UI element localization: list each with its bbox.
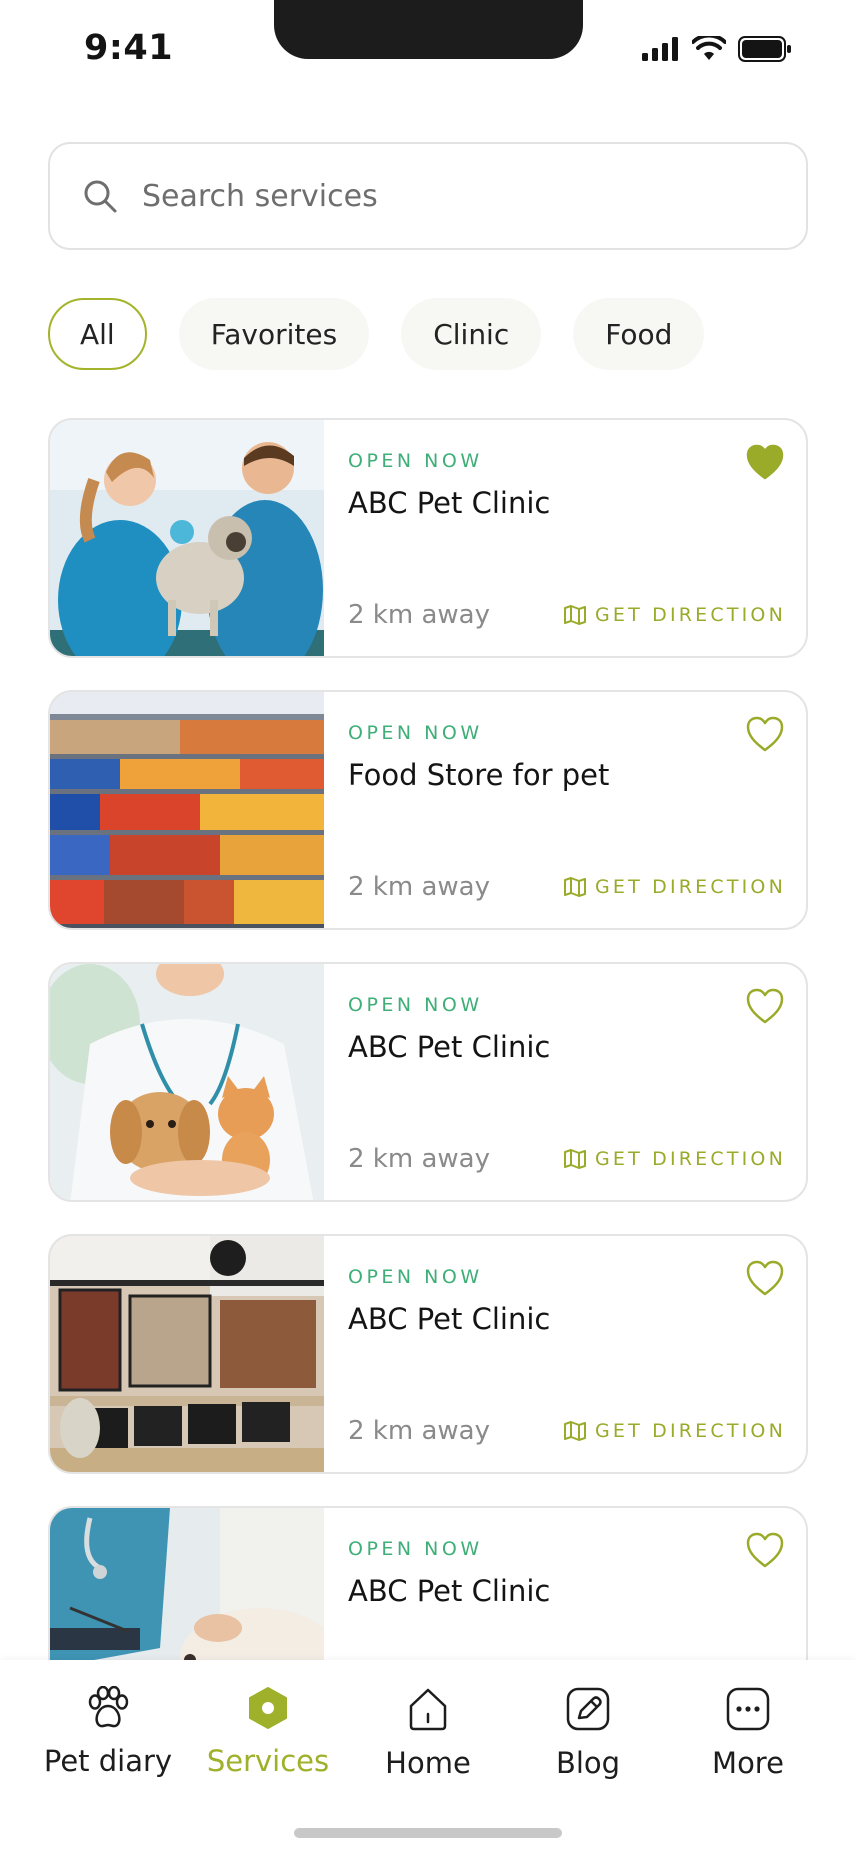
heart-outline-icon[interactable] <box>746 988 784 1024</box>
vet-with-dog-photo <box>50 1508 324 1660</box>
paw-icon <box>88 1686 129 1728</box>
search-icon <box>84 180 117 213</box>
signal-icon <box>642 37 678 61</box>
nav-item-more[interactable]: More <box>668 1686 828 1780</box>
heart-outline-icon[interactable] <box>746 1532 784 1568</box>
service-name: ABC Pet Clinic <box>348 1030 551 1064</box>
heart-outline-icon[interactable] <box>746 1260 784 1296</box>
open-status: OPEN NOW <box>348 1266 483 1288</box>
vets-with-pug-photo <box>50 420 324 656</box>
get-direction-button[interactable]: GET DIRECTION <box>563 1148 786 1170</box>
heart-outline-icon[interactable] <box>746 716 784 752</box>
search-input[interactable] <box>142 178 742 214</box>
map-icon <box>563 1421 586 1441</box>
nav-label: More <box>712 1746 784 1780</box>
get-direction-label: GET DIRECTION <box>594 1420 786 1442</box>
search-bar[interactable] <box>48 142 808 250</box>
edit-icon <box>566 1687 610 1731</box>
nav-label: Services <box>206 1744 330 1778</box>
map-icon <box>563 1149 586 1169</box>
filter-chip-food[interactable]: Food <box>573 298 705 370</box>
get-direction-button[interactable]: GET DIRECTION <box>563 1420 786 1442</box>
service-card[interactable]: OPEN NOW ABC Pet Clinic 2 km away GET DI… <box>48 962 808 1202</box>
service-name: ABC Pet Clinic <box>348 1302 551 1336</box>
nav-item-services[interactable]: Services <box>188 1686 348 1778</box>
status-icons <box>642 36 792 62</box>
filter-chip-all[interactable]: All <box>48 298 147 370</box>
service-card[interactable]: OPEN NOW ABC Pet Clinic 2 km away GET DI… <box>48 418 808 658</box>
service-name: ABC Pet Clinic <box>348 486 551 520</box>
status-time: 9:41 <box>84 28 174 68</box>
get-direction-button[interactable]: GET DIRECTION <box>563 604 786 626</box>
open-status: OPEN NOW <box>348 1538 483 1560</box>
battery-icon <box>738 36 791 62</box>
service-distance: 2 km away <box>348 1144 490 1174</box>
service-distance: 2 km away <box>348 872 490 902</box>
service-card[interactable]: OPEN NOW ABC Pet Clinic 2 km away GET DI… <box>48 1234 808 1474</box>
filter-chip-favorites[interactable]: Favorites <box>178 298 370 370</box>
open-status: OPEN NOW <box>348 722 483 744</box>
home-indicator <box>294 1828 562 1838</box>
filter-chips: All Favorites Clinic Food <box>48 298 705 370</box>
get-direction-label: GET DIRECTION <box>594 604 786 626</box>
nav-item-blog[interactable]: Blog <box>508 1686 668 1780</box>
get-direction-button[interactable]: GET DIRECTION <box>563 876 786 898</box>
service-name: ABC Pet Clinic <box>348 1574 551 1608</box>
open-status: OPEN NOW <box>348 994 483 1016</box>
get-direction-label: GET DIRECTION <box>594 876 786 898</box>
service-name: Food Store for pet <box>348 758 610 792</box>
filter-chip-clinic[interactable]: Clinic <box>401 298 542 370</box>
service-card[interactable]: OPEN NOW Food Store for pet 2 km away GE… <box>48 690 808 930</box>
hexagon-icon <box>249 1687 287 1729</box>
vet-holding-puppy-kitten-photo <box>50 964 324 1200</box>
pet-grocer-store-photo <box>50 1236 324 1472</box>
status-bar: 9:41 <box>0 0 856 100</box>
service-card[interactable]: OPEN NOW ABC Pet Clinic <box>48 1506 808 1660</box>
get-direction-label: GET DIRECTION <box>594 1148 786 1170</box>
nav-label: Pet diary <box>43 1744 173 1778</box>
nav-label: Blog <box>555 1746 621 1780</box>
bottom-nav: Pet diary Services Home Blog More <box>0 1660 856 1852</box>
service-distance: 2 km away <box>348 1416 490 1446</box>
service-list[interactable]: OPEN NOW ABC Pet Clinic 2 km away GET DI… <box>48 418 808 1660</box>
wifi-icon <box>692 36 726 60</box>
service-distance: 2 km away <box>348 600 490 630</box>
home-icon <box>409 1688 447 1731</box>
heart-filled-icon[interactable] <box>746 444 784 480</box>
more-icon <box>726 1687 770 1731</box>
nav-label: Home <box>385 1746 471 1780</box>
map-icon <box>563 877 586 897</box>
nav-item-pet-diary[interactable]: Pet diary <box>28 1686 188 1778</box>
map-icon <box>563 605 586 625</box>
nav-item-home[interactable]: Home <box>348 1686 508 1780</box>
camera-notch <box>274 0 583 59</box>
open-status: OPEN NOW <box>348 450 483 472</box>
pet-food-shelves-photo <box>50 692 324 928</box>
